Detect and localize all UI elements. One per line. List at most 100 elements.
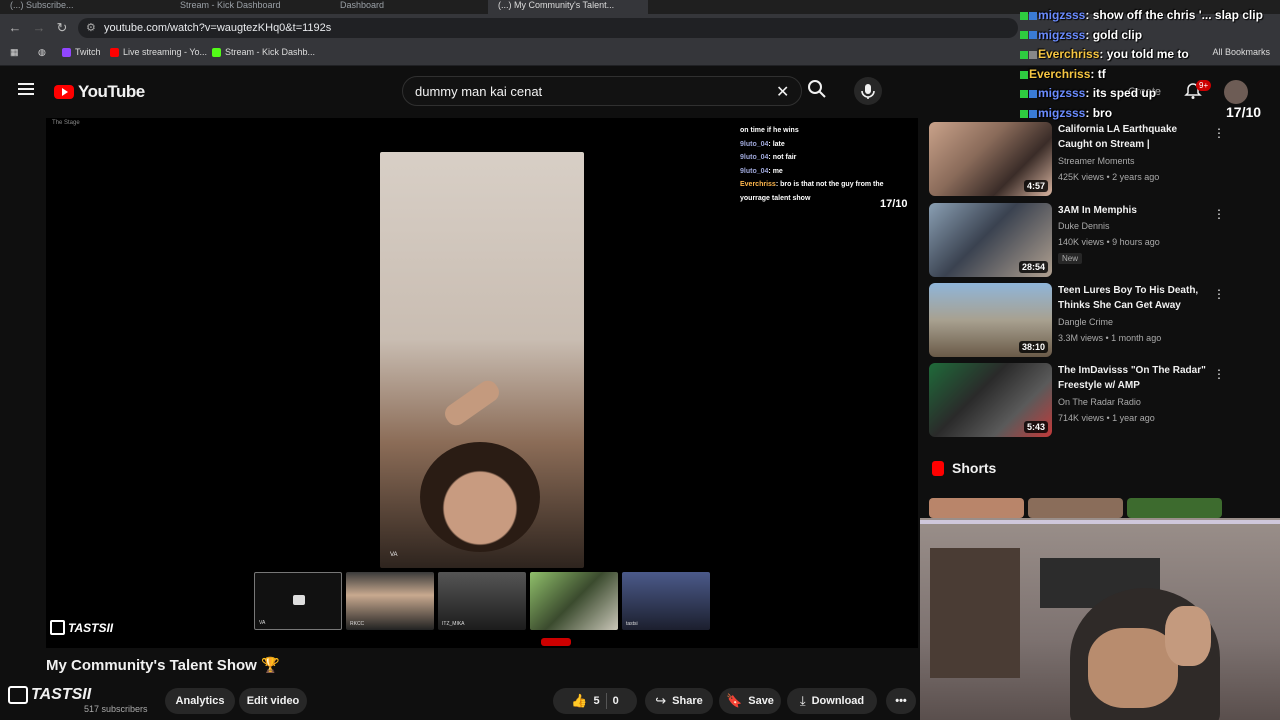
- stage-label: The Stage: [52, 120, 80, 126]
- badge-icon: [1029, 109, 1037, 118]
- bookmark-label: Stream - Kick Dashb...: [225, 47, 316, 57]
- browser-tab[interactable]: Stream - Kick Dashboard: [170, 0, 320, 14]
- rec-meta: 425K views • 2 years ago: [1058, 172, 1160, 182]
- save-button[interactable]: 🔖 Save: [719, 688, 781, 714]
- forward-icon[interactable]: →: [30, 19, 48, 37]
- new-badge: New: [1058, 253, 1083, 264]
- apps-icon[interactable]: ▦: [10, 47, 19, 58]
- like-count: 5: [593, 695, 600, 707]
- video-thumbnail[interactable]: 28:54: [929, 203, 1052, 277]
- rec-title[interactable]: California LA Earthquake Caught on Strea…: [1058, 122, 1208, 152]
- site-info-icon[interactable]: ⚙: [86, 21, 96, 34]
- badge-icon: [1020, 90, 1028, 99]
- badge-icon: [1029, 51, 1037, 60]
- short-thumbnail[interactable]: [929, 498, 1024, 518]
- bookmark-twitch[interactable]: Twitch: [62, 47, 101, 57]
- led-lights: [920, 520, 1280, 524]
- globe-icon[interactable]: ◍: [38, 47, 46, 58]
- analytics-button[interactable]: Analytics: [165, 688, 235, 714]
- rec-channel[interactable]: Streamer Moments: [1058, 156, 1135, 166]
- bookmark-youtube-live[interactable]: Live streaming - Yo...: [110, 47, 207, 57]
- search-input[interactable]: dummy man kai cenat ✕: [402, 76, 802, 106]
- duration-badge: 5:43: [1023, 421, 1048, 433]
- rec-meta: 140K views • 9 hours ago: [1058, 237, 1160, 247]
- subscriber-count: 517 subscribers: [84, 704, 148, 714]
- rec-channel[interactable]: Dangle Crime: [1058, 317, 1113, 327]
- video-arm: [441, 376, 503, 430]
- background-shelf: [930, 548, 1020, 678]
- shorts-icon: [932, 460, 944, 476]
- more-actions-icon[interactable]: •••: [886, 688, 916, 714]
- chat-line: 9luto_04: me: [740, 167, 783, 175]
- short-thumbnail[interactable]: [1028, 498, 1123, 518]
- in-video-score: 17/10: [880, 198, 908, 210]
- video-thumbnail[interactable]: 38:10: [929, 283, 1052, 357]
- download-icon: ⤓: [799, 693, 806, 708]
- kebab-menu-icon[interactable]: ⋮: [1213, 287, 1225, 301]
- recommended-video[interactable]: 38:10 Teen Lures Boy To His Death, Think…: [929, 283, 1269, 359]
- bookmark-icon: 🔖: [726, 693, 743, 708]
- rec-channel[interactable]: On The Radar Radio: [1058, 397, 1141, 407]
- browser-tab-active[interactable]: (...) My Community's Talent...: [488, 0, 648, 14]
- in-video-chat: on time if he wins 9luto_04: late 9luto_…: [740, 124, 912, 205]
- rec-channel[interactable]: Duke Dennis: [1058, 221, 1110, 231]
- video-thumbnail[interactable]: 5:43: [929, 363, 1052, 437]
- twitch-watermark: TASTSII: [50, 620, 113, 635]
- download-button[interactable]: ⤓ Download: [787, 688, 877, 714]
- recommended-video[interactable]: 5:43 The ImDavisss "On The Radar" Freest…: [929, 363, 1269, 439]
- channel-watermark: TASTSII: [8, 686, 91, 704]
- share-icon: ↪: [655, 693, 667, 708]
- streamer-hand: [1165, 606, 1211, 666]
- end-call-button: [541, 638, 571, 646]
- video-person: [420, 442, 540, 552]
- youtube-icon: [110, 47, 119, 57]
- shorts-label: Shorts: [952, 460, 997, 476]
- kebab-menu-icon[interactable]: ⋮: [1213, 207, 1225, 221]
- participant-tag: VA: [390, 552, 398, 558]
- main-participant-video: VA: [380, 152, 584, 568]
- clear-search-icon[interactable]: ✕: [776, 82, 789, 102]
- menu-icon[interactable]: [18, 83, 34, 95]
- participant-tile: VA: [254, 572, 342, 630]
- badge-icon: [1029, 90, 1037, 99]
- recommended-video[interactable]: 4:57 California LA Earthquake Caught on …: [929, 122, 1269, 198]
- share-button[interactable]: ↪ Share: [645, 688, 713, 714]
- thumbs-up-icon[interactable]: 👍: [571, 693, 587, 709]
- youtube-logo[interactable]: YouTube: [54, 82, 145, 102]
- participant-tile: tastsi: [622, 572, 710, 630]
- browser-tab[interactable]: Dashboard: [330, 0, 480, 14]
- browser-tab[interactable]: (...) Subscribe...: [0, 0, 160, 14]
- download-label: Download: [811, 695, 865, 707]
- chat-line: 9luto_04: late: [740, 140, 785, 148]
- save-label: Save: [748, 695, 774, 707]
- address-bar[interactable]: ⚙ youtube.com/watch?v=waugtezKHq0&t=1192…: [78, 18, 1018, 38]
- dislike-count[interactable]: 0: [613, 695, 619, 707]
- badge-icon: [1020, 51, 1028, 60]
- rec-meta: 714K views • 1 year ago: [1058, 413, 1155, 423]
- camera-icon: [293, 595, 305, 605]
- like-dislike-group[interactable]: 👍 5 0: [553, 688, 637, 714]
- short-thumbnail[interactable]: [1127, 498, 1222, 518]
- microphone-icon[interactable]: [854, 77, 882, 105]
- kebab-menu-icon[interactable]: ⋮: [1213, 126, 1225, 140]
- participant-tile: ITZ_MIKA: [438, 572, 526, 630]
- bookmark-label: Twitch: [75, 47, 101, 57]
- rec-meta: 3.3M views • 1 month ago: [1058, 333, 1162, 343]
- reload-icon[interactable]: ↻: [53, 19, 71, 37]
- participant-strip: VA RKCC ITZ_MIKA tastsi: [254, 572, 710, 630]
- duration-badge: 4:57: [1023, 180, 1048, 192]
- video-thumbnail[interactable]: 4:57: [929, 122, 1052, 196]
- edit-video-button[interactable]: Edit video: [239, 688, 307, 714]
- kebab-menu-icon[interactable]: ⋮: [1213, 367, 1225, 381]
- twitch-icon: [50, 620, 65, 635]
- rec-title[interactable]: Teen Lures Boy To His Death, Thinks She …: [1058, 283, 1208, 313]
- rec-title[interactable]: The ImDavisss "On The Radar" Freestyle w…: [1058, 363, 1208, 393]
- rec-title[interactable]: 3AM In Memphis: [1058, 203, 1208, 218]
- url-text: youtube.com/watch?v=waugtezKHq0&t=1192s: [104, 22, 332, 34]
- recommended-video[interactable]: 28:54 3AM In Memphis Duke Dennis 140K vi…: [929, 203, 1269, 279]
- video-player[interactable]: The Stage VA on time if he wins 9luto_04…: [46, 118, 918, 648]
- badge-icon: [1020, 109, 1028, 118]
- search-icon[interactable]: [806, 78, 830, 102]
- bookmark-kick[interactable]: Stream - Kick Dashb...: [212, 47, 315, 57]
- back-icon[interactable]: ←: [6, 19, 24, 37]
